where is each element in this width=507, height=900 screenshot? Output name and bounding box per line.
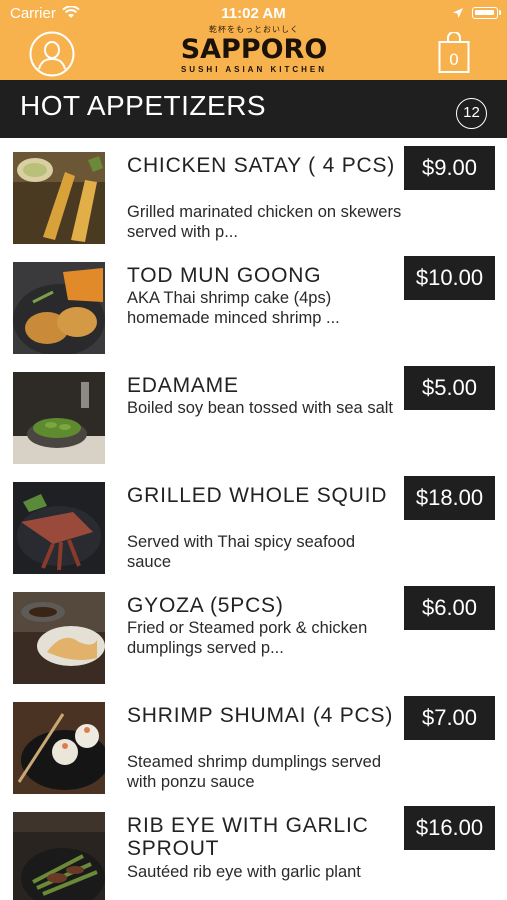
price-button[interactable]: $16.00 [404,806,495,850]
shopping-bag-icon[interactable]: 0 [438,32,470,74]
battery-icon [472,7,498,19]
item-name: TOD MUN GOONG [127,264,322,287]
brand-logo: 乾杯をもっとおいしく SAPPORO SUSHI ASIAN KITCHEN [180,24,328,80]
status-time: 11:02 AM [221,5,286,22]
item-name: RIB EYE WITH GARLIC SPROUT [127,814,369,860]
item-name: GYOZA (5PCS) [127,594,284,617]
menu-item-shrimp-shumai[interactable]: SHRIMP SHUMAI (4 PCS) Steamed shrimp dum… [0,688,507,798]
profile-icon[interactable] [29,31,75,77]
menu-item-tod-mun-goong[interactable]: TOD MUN GOONG AKA Thai shrimp cake (4ps)… [0,248,507,358]
item-count-badge: 12 [456,98,487,129]
item-photo [13,812,105,900]
item-description: Fried or Steamed pork & chicken dumpling… [127,619,368,657]
category-title: HOT APPETIZERS [20,90,267,121]
menu-item-grilled-whole-squid[interactable]: GRILLED WHOLE SQUID Served with Thai spi… [0,468,507,578]
location-arrow-icon [453,8,463,18]
logo-wordmark: SAPPORO [180,34,328,65]
menu-item-gyoza[interactable]: GYOZA (5PCS) Fried or Steamed pork & chi… [0,578,507,688]
logo-subtitle: SUSHI ASIAN KITCHEN [180,65,328,74]
price-button[interactable]: $10.00 [404,256,495,300]
item-name: CHICKEN SATAY ( 4 PCS) [127,154,396,177]
item-name: GRILLED WHOLE SQUID [127,484,388,507]
price-button[interactable]: $9.00 [404,146,495,190]
menu-item-rib-eye-with-garlic-sprout[interactable]: RIB EYE WITH GARLIC SPROUT Sautéed rib e… [0,798,507,900]
top-bar: Carrier 11:02 AM 乾杯をもっとおいしく SAPPORO SUSH… [0,0,507,80]
svg-text:0: 0 [449,50,459,69]
item-photo [13,592,105,684]
price-button[interactable]: $5.00 [404,366,495,410]
price-button[interactable]: $7.00 [404,696,495,740]
item-photo [13,152,105,244]
item-name: SHRIMP SHUMAI (4 PCS) [127,704,394,727]
item-photo [13,702,105,794]
battery-tip [499,10,501,15]
item-description: Grilled marinated chicken on skewers ser… [127,203,402,241]
price-button[interactable]: $18.00 [404,476,495,520]
item-description: Served with Thai spicy seafood sauce [127,533,356,571]
item-photo [13,482,105,574]
menu-list[interactable]: CHICKEN SATAY ( 4 PCS) Grilled marinated… [0,138,507,900]
menu-item-chicken-satay[interactable]: CHICKEN SATAY ( 4 PCS) Grilled marinated… [0,138,507,248]
item-description: Steamed shrimp dumplings served with pon… [127,753,382,791]
item-description: AKA Thai shrimp cake (4ps) homemade minc… [127,289,340,327]
item-description: Sautéed rib eye with garlic plant [127,863,361,881]
item-photo [13,372,105,464]
price-button[interactable]: $6.00 [404,586,495,630]
status-bar: Carrier 11:02 AM [0,0,507,26]
item-photo [13,262,105,354]
category-header: HOT APPETIZERS 12 [0,80,507,138]
item-description: Boiled soy bean tossed with sea salt [127,399,393,417]
menu-item-edamame[interactable]: EDAMAME Boiled soy bean tossed with sea … [0,358,507,468]
item-name: EDAMAME [127,374,239,397]
